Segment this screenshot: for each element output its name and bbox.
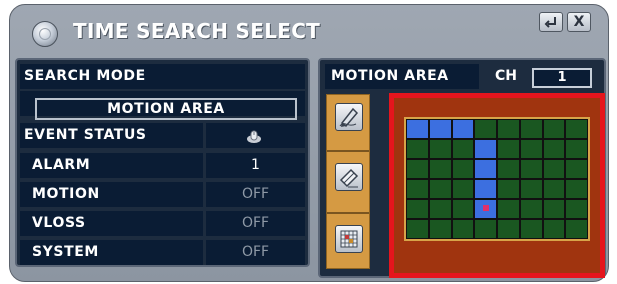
motion-area-title: MOTION AREA [325, 64, 479, 89]
title-bar: TIME SEARCH SELECT X [10, 5, 608, 53]
motion-value[interactable]: OFF [206, 182, 305, 207]
alarm-value[interactable]: 1 [206, 153, 305, 178]
eraser-icon [339, 168, 359, 188]
menu-knob-icon[interactable] [32, 21, 58, 47]
search-mode-select[interactable]: MOTION AREA [35, 98, 297, 120]
grid-select-button[interactable] [335, 225, 363, 253]
pencil-draw-button[interactable] [335, 103, 363, 131]
mouse-wheel-icon [247, 130, 261, 143]
vloss-value[interactable]: OFF [206, 211, 305, 236]
dialog-title: TIME SEARCH SELECT [73, 19, 321, 43]
vloss-label: VLOSS [20, 211, 203, 236]
system-label: SYSTEM [20, 240, 203, 265]
channel-select[interactable]: 1 [532, 68, 592, 88]
motion-label: MOTION [20, 182, 203, 207]
enter-button[interactable] [539, 12, 563, 32]
alarm-label: ALARM [20, 153, 203, 178]
motion-area-highlight [389, 93, 605, 278]
tool-divider [327, 212, 369, 214]
motion-tool-column [326, 94, 370, 269]
pencil-draw-icon [339, 107, 359, 128]
tool-divider [327, 150, 369, 152]
system-value[interactable]: OFF [206, 240, 305, 265]
enter-arrow-icon [544, 17, 556, 28]
channel-label: CH [495, 68, 517, 84]
eraser-button[interactable] [335, 163, 363, 191]
grid-select-icon [340, 230, 358, 248]
close-button[interactable]: X [567, 12, 591, 32]
search-settings-panel: SEARCH MODE MOTION AREA EVENT STATUS ALA… [15, 58, 310, 267]
search-mode-label: SEARCH MODE [20, 64, 305, 89]
event-status-label: EVENT STATUS [20, 123, 203, 148]
